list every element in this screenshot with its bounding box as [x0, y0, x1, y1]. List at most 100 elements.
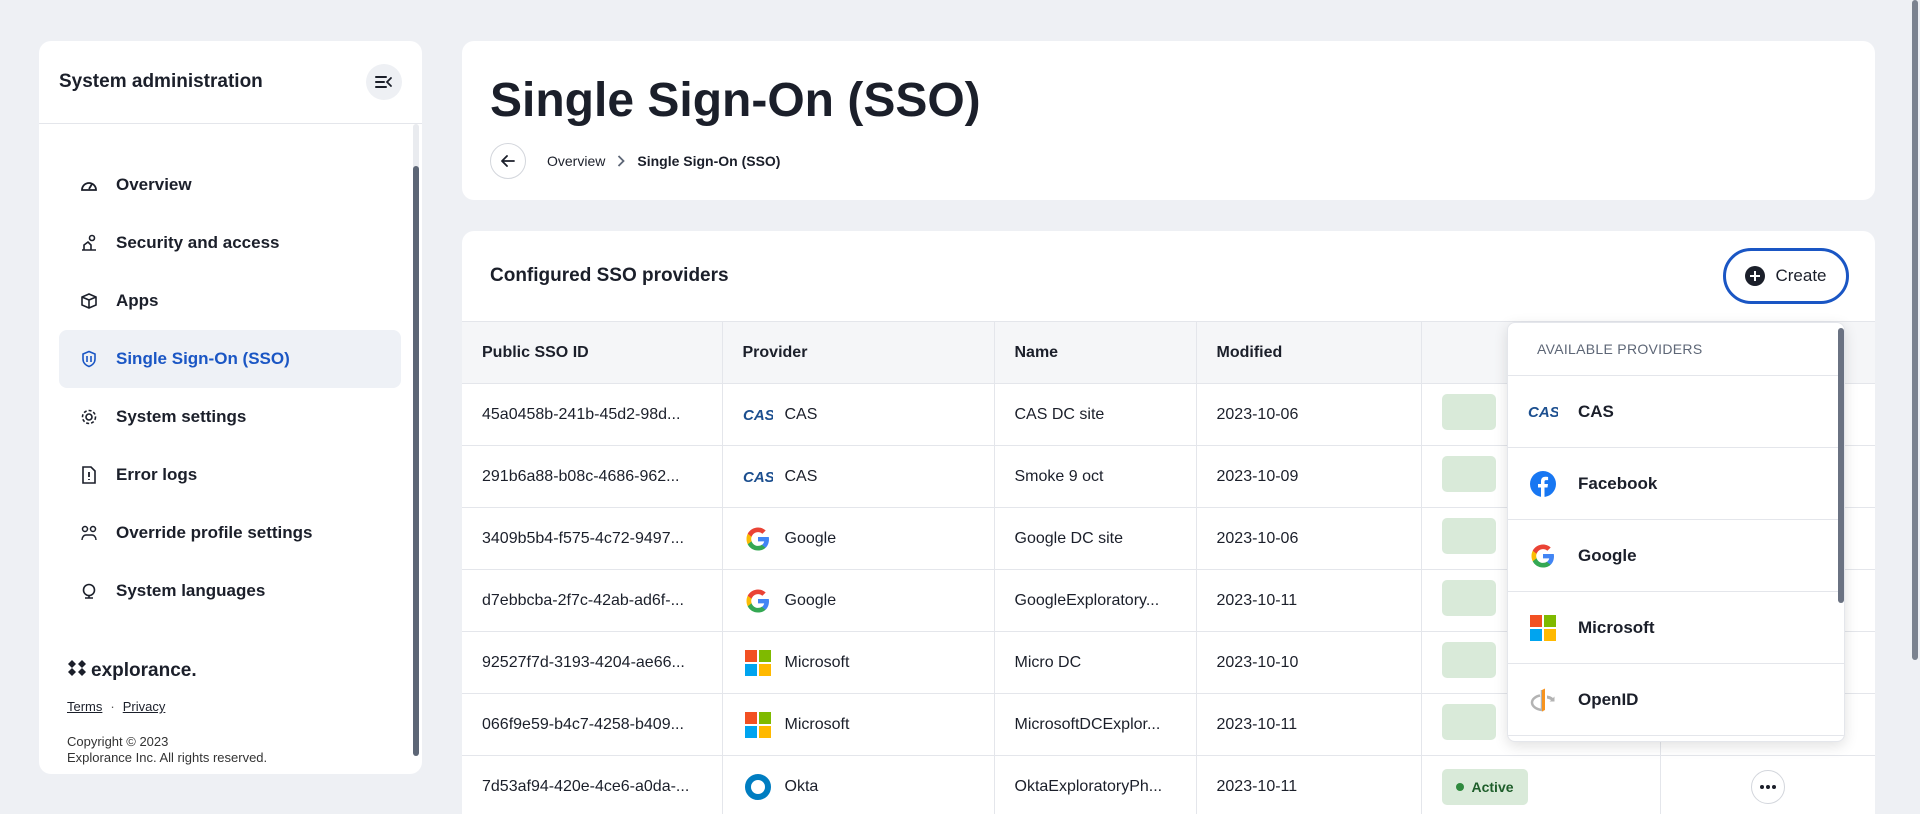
explorance-mark-icon: [67, 659, 87, 683]
footer-links: Terms · Privacy: [67, 699, 267, 714]
row-provider-label: Google: [784, 591, 837, 609]
google-logo-icon: [743, 586, 773, 616]
sidebar-scrollbar[interactable]: [413, 124, 419, 756]
privacy-link[interactable]: Privacy: [123, 699, 166, 714]
column-provider[interactable]: Provider: [722, 321, 995, 384]
okta-logo-icon: [743, 772, 773, 802]
svg-text:CAS: CAS: [1528, 404, 1558, 420]
chevron-right-icon: [617, 155, 626, 167]
row-sso-id: 45a0458b-241b-45d2-98d...: [462, 383, 723, 446]
microsoft-logo-icon: [743, 710, 773, 740]
breadcrumb-current: Single Sign-On (SSO): [637, 153, 781, 169]
row-status: Active: [1421, 755, 1661, 814]
arrow-left-icon: [501, 155, 515, 167]
row-provider: Microsoft: [722, 693, 995, 756]
column-modified[interactable]: Modified: [1196, 321, 1422, 384]
svg-text:CAS: CAS: [743, 407, 773, 423]
card-title: Configured SSO providers: [490, 265, 729, 286]
row-modified: 2023-10-09: [1196, 445, 1422, 508]
dropdown-item-label: Facebook: [1578, 473, 1658, 493]
row-provider-label: Google: [784, 529, 837, 547]
facebook-logo-icon: [1528, 469, 1558, 499]
cas-logo-icon: CAS: [743, 400, 773, 430]
row-modified: 2023-10-11: [1196, 569, 1422, 632]
sidebar-item-system-settings[interactable]: System settings: [59, 388, 401, 446]
copyright: Copyright © 2023 Explorance Inc. All rig…: [67, 734, 267, 766]
status-badge: [1441, 642, 1496, 678]
dropdown-item-label: OpenID: [1578, 689, 1639, 709]
sidebar: System administration Overview Security …: [39, 41, 422, 774]
row-sso-id: 066f9e59-b4c7-4258-b409...: [462, 693, 723, 756]
dropdown-item-cas[interactable]: CAS CAS: [1508, 376, 1844, 448]
sidebar-item-apps[interactable]: Apps: [59, 272, 401, 330]
cas-logo-icon: CAS: [1528, 397, 1558, 427]
sidebar-item-error-logs[interactable]: Error logs: [59, 446, 401, 504]
row-provider-label: Microsoft: [784, 653, 850, 671]
svg-text:CAS: CAS: [743, 469, 773, 485]
status-badge: [1441, 394, 1496, 430]
back-button[interactable]: [490, 143, 526, 179]
row-sso-id: d7ebbcba-2f7c-42ab-ad6f-...: [462, 569, 723, 632]
column-name[interactable]: Name: [994, 321, 1197, 384]
error-log-icon: [79, 465, 99, 485]
sidebar-item-label: Security and access: [116, 233, 280, 252]
sidebar-item-override-profile[interactable]: Override profile settings: [59, 504, 401, 562]
sidebar-item-sso[interactable]: Single Sign-On (SSO): [59, 330, 401, 388]
sidebar-item-label: Single Sign-On (SSO): [116, 349, 290, 368]
sidebar-title: System administration: [59, 71, 263, 92]
row-sso-id: 291b6a88-b08c-4686-962...: [462, 445, 723, 508]
dropdown-item-facebook[interactable]: Facebook: [1508, 448, 1844, 520]
brand-name: explorance.: [91, 660, 197, 681]
status-badge: [1441, 704, 1496, 740]
row-provider: Microsoft: [722, 631, 995, 694]
dropdown-scrollbar[interactable]: [1838, 323, 1844, 741]
copyright-line-1: Copyright © 2023: [67, 734, 169, 749]
collapse-sidebar-button[interactable]: [366, 64, 402, 100]
sidebar-item-security[interactable]: Security and access: [59, 214, 401, 272]
status-label: Active: [1471, 778, 1514, 795]
breadcrumb-overview[interactable]: Overview: [547, 153, 605, 169]
row-modified: 2023-10-10: [1196, 631, 1422, 694]
dropdown-item-google[interactable]: Google: [1508, 520, 1844, 592]
sidebar-item-label: Error logs: [116, 465, 198, 484]
sidebar-item-overview[interactable]: Overview: [59, 156, 401, 214]
security-icon: [79, 233, 99, 253]
row-name: Google DC site: [994, 507, 1197, 570]
apps-icon: [79, 291, 99, 311]
cas-logo-icon: CAS: [743, 462, 773, 492]
row-modified: 2023-10-11: [1196, 693, 1422, 756]
table-row[interactable]: 7d53af94-420e-4ce6-a0da-... Okta OktaExp…: [462, 755, 1875, 814]
row-provider: CAS CAS: [722, 445, 995, 508]
dropdown-item-openid[interactable]: OpenID: [1508, 664, 1844, 736]
column-public-sso-id[interactable]: Public SSO ID: [462, 321, 723, 384]
sidebar-item-label: Overview: [116, 175, 192, 194]
row-provider-label: CAS: [784, 405, 818, 423]
sidebar-item-label: System languages: [116, 581, 266, 600]
page-header: Single Sign-On (SSO) Overview Single Sig…: [462, 41, 1875, 200]
openid-logo-icon: [1528, 685, 1558, 715]
row-sso-id: 3409b5b4-f575-4c72-9497...: [462, 507, 723, 570]
create-button[interactable]: Create: [1723, 248, 1849, 304]
sidebar-header: System administration: [39, 41, 422, 124]
sidebar-item-system-languages[interactable]: System languages: [59, 562, 401, 620]
microsoft-logo-icon: [1528, 613, 1558, 643]
row-modified: 2023-10-06: [1196, 383, 1422, 446]
plus-circle-icon: [1745, 266, 1766, 286]
dropdown-item-microsoft[interactable]: Microsoft: [1508, 592, 1844, 664]
page-scrollbar[interactable]: [1910, 0, 1920, 814]
row-sso-id: 7d53af94-420e-4ce6-a0da-...: [462, 755, 723, 814]
row-name: OktaExploratoryPh...: [994, 755, 1197, 814]
more-actions-button[interactable]: [1750, 769, 1785, 804]
collapse-menu-icon: [375, 76, 392, 88]
override-icon: [79, 523, 99, 543]
row-actions: [1660, 755, 1875, 814]
row-provider-label: CAS: [784, 467, 818, 485]
status-badge: [1441, 518, 1496, 554]
copyright-line-2: Explorance Inc. All rights reserved.: [67, 750, 268, 765]
gauge-icon: [79, 175, 99, 195]
create-label: Create: [1775, 266, 1827, 285]
sidebar-item-label: Override profile settings: [116, 523, 313, 542]
terms-link[interactable]: Terms: [67, 699, 102, 714]
sidebar-footer: explorance. Terms · Privacy Copyright © 20…: [67, 659, 267, 766]
sidebar-item-label: System settings: [116, 407, 247, 426]
